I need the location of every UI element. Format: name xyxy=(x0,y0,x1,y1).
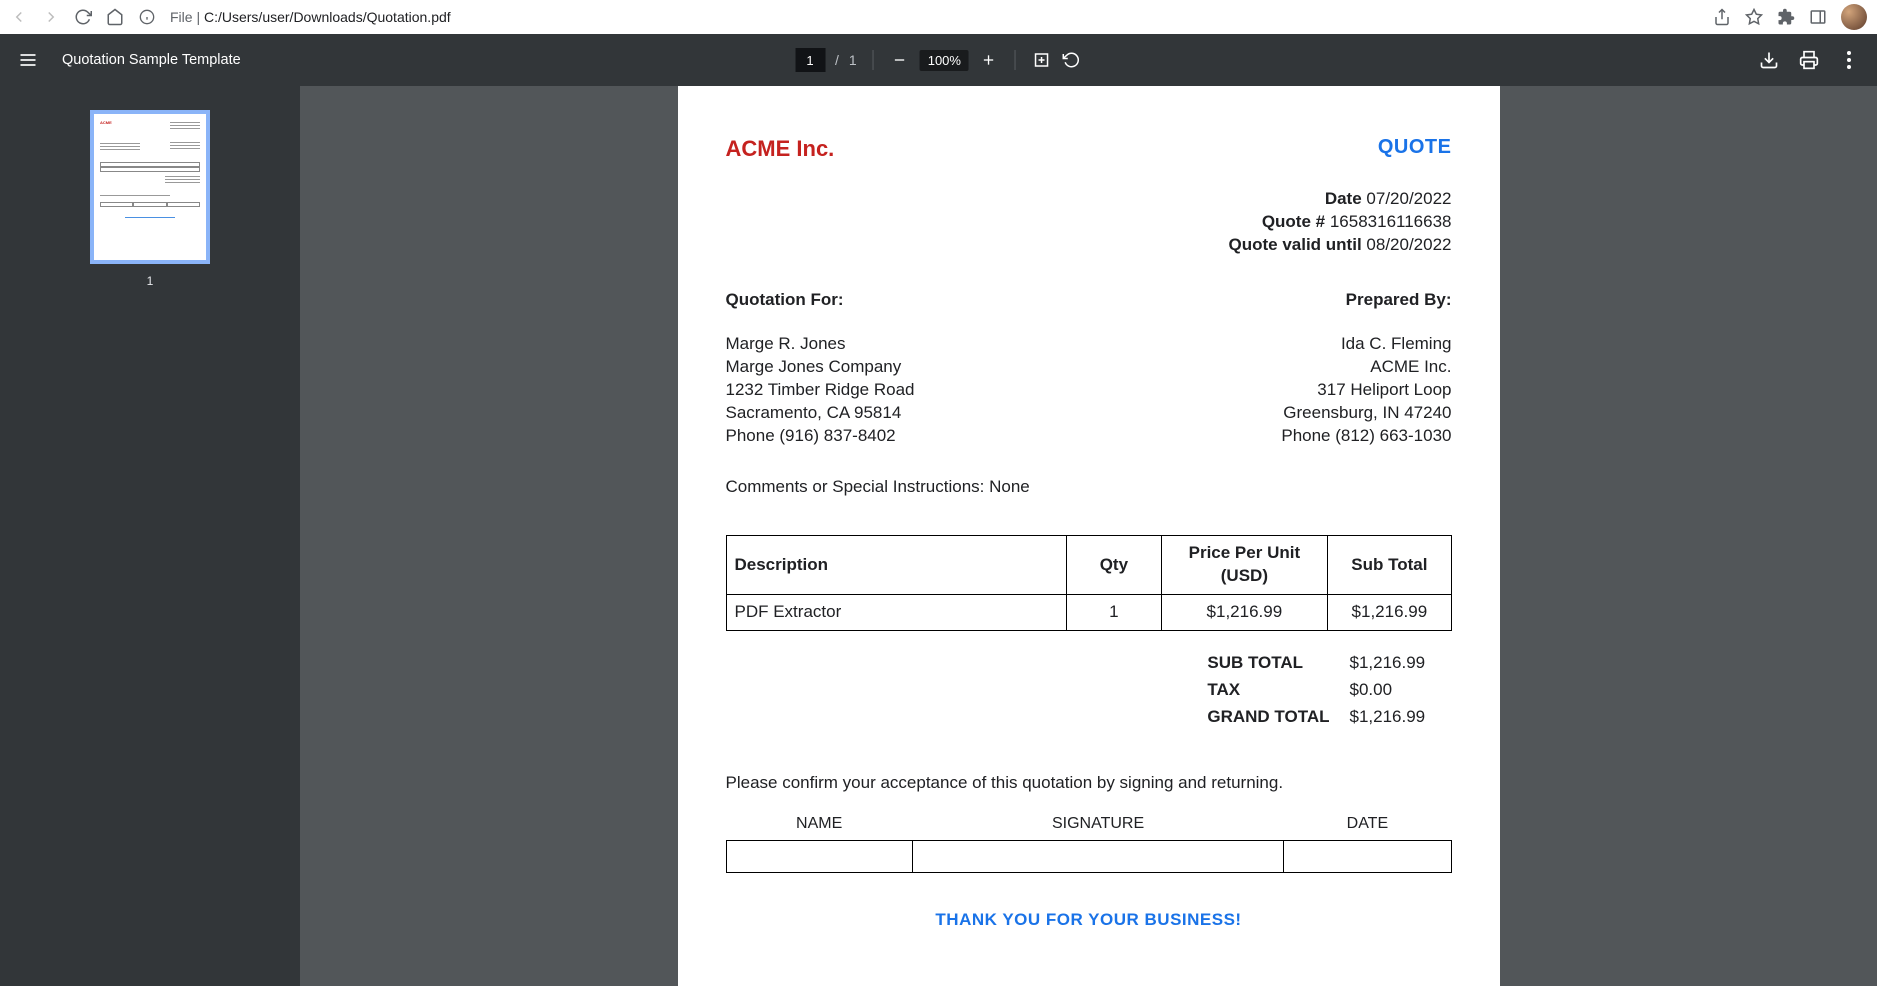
date-value: 07/20/2022 xyxy=(1366,189,1451,208)
zoom-level[interactable]: 100% xyxy=(920,50,969,71)
comments-value: None xyxy=(989,477,1030,496)
comments-label: Comments or Special Instructions: xyxy=(726,477,985,496)
cell-description: PDF Extractor xyxy=(726,594,1067,630)
col-description: Description xyxy=(726,536,1067,595)
side-panel-icon[interactable] xyxy=(1809,8,1827,26)
col-ppu: Price Per Unit (USD) xyxy=(1161,536,1328,595)
page-total: 1 xyxy=(849,52,857,68)
url-prefix: File | xyxy=(170,9,200,25)
bookmark-star-icon[interactable] xyxy=(1745,8,1763,26)
menu-icon[interactable] xyxy=(18,50,38,70)
page-scroll-area[interactable]: ACME Inc. QUOTE Date 07/20/2022 Quote # … xyxy=(300,86,1877,986)
back-icon[interactable] xyxy=(10,8,28,26)
rotate-icon[interactable] xyxy=(1062,50,1082,70)
more-icon[interactable] xyxy=(1839,50,1859,70)
info-icon[interactable] xyxy=(138,8,156,26)
sign-col-date: DATE xyxy=(1284,809,1451,841)
quote-meta: Date 07/20/2022 Quote # 1658316116638 Qu… xyxy=(726,188,1452,257)
comments-line: Comments or Special Instructions: None xyxy=(726,476,1452,499)
by-street: 317 Heliport Loop xyxy=(1281,379,1451,402)
thank-you-text: THANK YOU FOR YOUR BUSINESS! xyxy=(726,909,1452,932)
quotation-for-label: Quotation For: xyxy=(726,289,915,312)
browser-chrome-bar: File | C:/Users/user/Downloads/Quotation… xyxy=(0,0,1877,34)
date-label: Date xyxy=(1325,189,1362,208)
by-city: Greensburg, IN 47240 xyxy=(1281,402,1451,425)
for-phone: Phone (916) 837-8402 xyxy=(726,425,915,448)
page-thumbnail[interactable]: ACME xyxy=(90,110,210,264)
quote-heading: QUOTE xyxy=(1378,134,1452,161)
viewer-body: ACME xyxy=(0,86,1877,986)
subtotal-value: $1,216.99 xyxy=(1350,651,1450,676)
col-subtotal: Sub Total xyxy=(1328,536,1451,595)
sign-cell-name xyxy=(726,841,912,873)
by-name: Ida C. Fleming xyxy=(1281,333,1451,356)
sign-col-name: NAME xyxy=(726,809,912,841)
for-company: Marge Jones Company xyxy=(726,356,915,379)
extensions-icon[interactable] xyxy=(1777,8,1795,26)
by-phone: Phone (812) 663-1030 xyxy=(1281,425,1451,448)
pdf-toolbar: Quotation Sample Template / 1 100% xyxy=(0,34,1877,86)
tax-label: TAX xyxy=(1207,678,1347,703)
prepared-by-label: Prepared By: xyxy=(1281,289,1451,312)
thumbnail-pane: ACME xyxy=(0,86,300,986)
totals-block: SUB TOTAL$1,216.99 TAX$0.00 GRAND TOTAL$… xyxy=(726,649,1452,732)
sign-cell-signature xyxy=(912,841,1283,873)
page-separator: / xyxy=(835,52,839,68)
url-path: C:/Users/user/Downloads/Quotation.pdf xyxy=(204,9,451,25)
tax-value: $0.00 xyxy=(1350,678,1450,703)
quote-num-value: 1658316116638 xyxy=(1330,212,1452,231)
grand-total-label: GRAND TOTAL xyxy=(1207,705,1347,730)
print-icon[interactable] xyxy=(1799,50,1819,70)
url-bar[interactable]: File | C:/Users/user/Downloads/Quotation… xyxy=(170,9,451,25)
valid-label: Quote valid until xyxy=(1229,235,1362,254)
valid-value: 08/20/2022 xyxy=(1366,235,1451,254)
for-name: Marge R. Jones xyxy=(726,333,915,356)
items-table: Description Qty Price Per Unit (USD) Sub… xyxy=(726,535,1452,631)
grand-total-value: $1,216.99 xyxy=(1350,705,1450,730)
by-company: ACME Inc. xyxy=(1281,356,1451,379)
sign-col-signature: SIGNATURE xyxy=(912,809,1283,841)
signature-table: NAME SIGNATURE DATE xyxy=(726,809,1452,874)
quote-num-label: Quote # xyxy=(1262,212,1325,231)
for-street: 1232 Timber Ridge Road xyxy=(726,379,915,402)
cell-subtotal: $1,216.99 xyxy=(1328,594,1451,630)
company-name: ACME Inc. xyxy=(726,134,835,164)
subtotal-label: SUB TOTAL xyxy=(1207,651,1347,676)
share-icon[interactable] xyxy=(1713,8,1731,26)
cell-ppu: $1,216.99 xyxy=(1161,594,1328,630)
cell-qty: 1 xyxy=(1067,594,1161,630)
download-icon[interactable] xyxy=(1759,50,1779,70)
page-number-input[interactable] xyxy=(795,48,825,72)
document-title: Quotation Sample Template xyxy=(62,52,241,68)
fit-page-icon[interactable] xyxy=(1032,50,1052,70)
home-icon[interactable] xyxy=(106,8,124,26)
table-row: PDF Extractor 1 $1,216.99 $1,216.99 xyxy=(726,594,1451,630)
profile-avatar[interactable] xyxy=(1841,4,1867,30)
zoom-in-icon[interactable] xyxy=(979,50,999,70)
forward-icon[interactable] xyxy=(42,8,60,26)
confirm-text: Please confirm your acceptance of this q… xyxy=(726,772,1452,795)
document-page: ACME Inc. QUOTE Date 07/20/2022 Quote # … xyxy=(678,86,1500,986)
reload-icon[interactable] xyxy=(74,8,92,26)
for-city: Sacramento, CA 95814 xyxy=(726,402,915,425)
thumbnail-page-number: 1 xyxy=(147,274,154,288)
zoom-out-icon[interactable] xyxy=(890,50,910,70)
sign-cell-date xyxy=(1284,841,1451,873)
col-qty: Qty xyxy=(1067,536,1161,595)
